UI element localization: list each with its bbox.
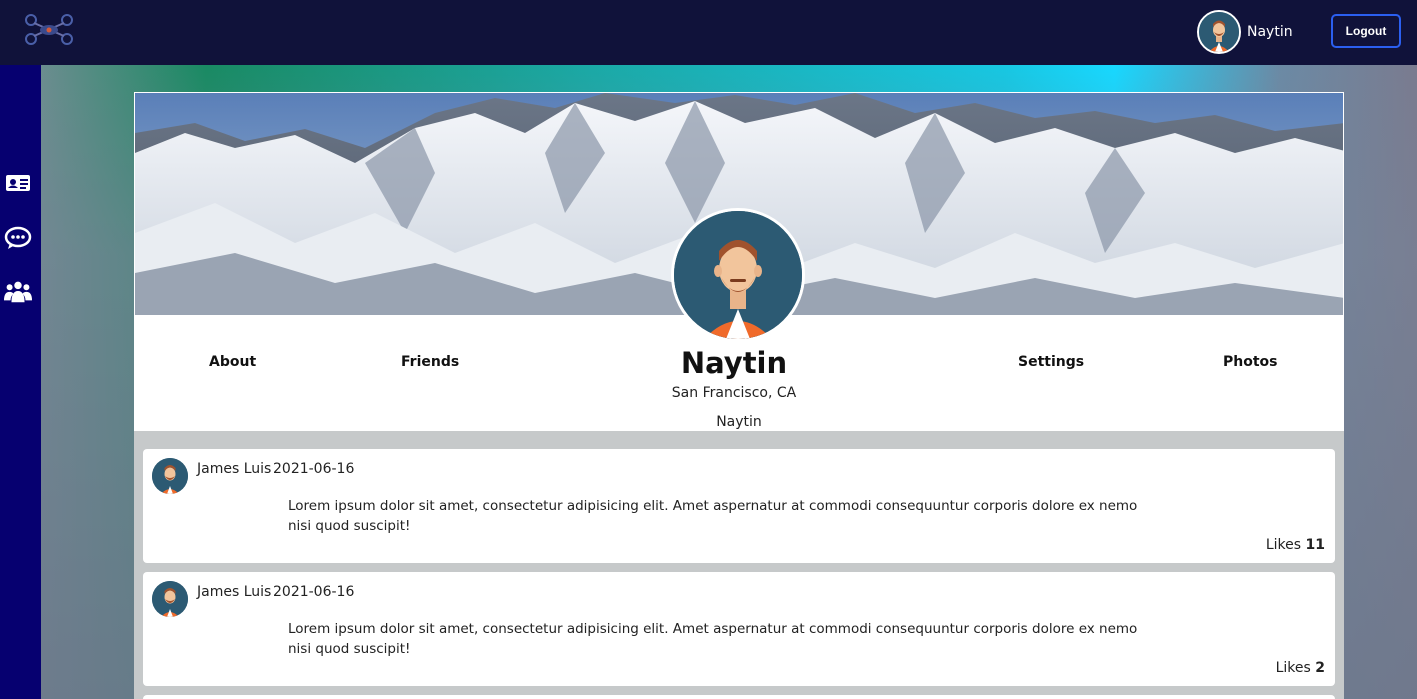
post-text: Lorem ipsum dolor sit amet, consectetur …	[288, 498, 1138, 534]
profile-avatar[interactable]	[671, 208, 805, 342]
avatar[interactable]	[152, 581, 188, 617]
top-navbar: Naytin Logout	[0, 0, 1417, 65]
likes-count: 2	[1315, 660, 1325, 676]
sidebar	[0, 65, 41, 699]
users-group-icon[interactable]	[4, 277, 32, 305]
id-card-icon[interactable]	[4, 169, 32, 197]
drone-logo-icon[interactable]	[22, 12, 76, 48]
post-date: 2021-06-16	[273, 584, 355, 600]
post-card: James Luis 2021-06-16 Lorem ipsum dolor …	[143, 572, 1335, 686]
profile-name: Naytin	[680, 346, 788, 380]
post-card	[143, 695, 1335, 699]
tab-friends[interactable]: Friends	[401, 354, 459, 370]
tab-settings[interactable]: Settings	[1018, 354, 1084, 370]
logout-button[interactable]: Logout	[1331, 14, 1401, 48]
user-name: Naytin	[1247, 24, 1293, 40]
likes-label: Likes	[1275, 660, 1311, 676]
post-date: 2021-06-16	[273, 461, 355, 477]
post-author[interactable]: James Luis	[197, 584, 271, 600]
chat-bubble-icon[interactable]	[4, 224, 32, 252]
post-author[interactable]: James Luis	[197, 461, 271, 477]
tab-about[interactable]: About	[209, 354, 256, 370]
avatar[interactable]	[152, 458, 188, 494]
post-likes[interactable]: Likes 11	[1266, 537, 1325, 553]
likes-label: Likes	[1265, 537, 1302, 553]
post-text: Lorem ipsum dolor sit amet, consectetur …	[288, 621, 1138, 657]
likes-count: 11	[1305, 537, 1325, 553]
avatar	[1197, 10, 1241, 54]
post-card: James Luis 2021-06-16 Lorem ipsum dolor …	[143, 449, 1335, 563]
user-menu[interactable]: Naytin	[1197, 9, 1293, 55]
profile-username: Naytin	[716, 414, 762, 430]
post-likes[interactable]: Likes 2	[1276, 660, 1325, 676]
profile-location: San Francisco, CA	[671, 385, 797, 401]
tab-photos[interactable]: Photos	[1223, 354, 1278, 370]
